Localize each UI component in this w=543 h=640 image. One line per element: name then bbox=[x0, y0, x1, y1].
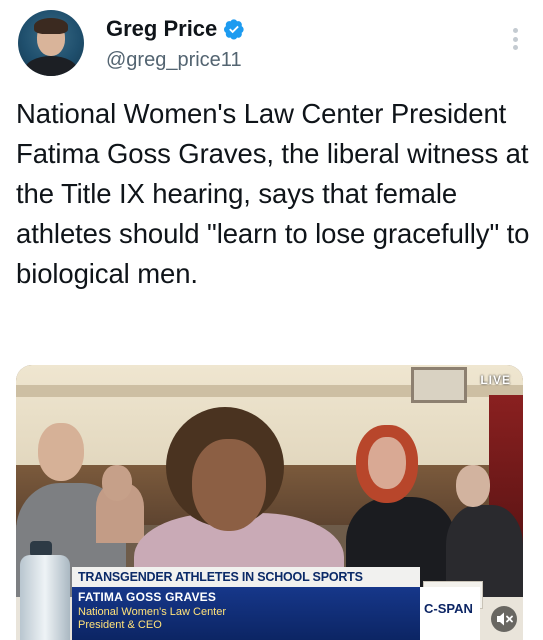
avatar[interactable] bbox=[18, 10, 84, 76]
chyron-main: FATIMA GOSS GRAVES National Women's Law … bbox=[72, 587, 420, 640]
speaker-muted-icon[interactable] bbox=[491, 606, 517, 632]
verified-badge-icon bbox=[224, 19, 244, 40]
chyron-topic: TRANSGENDER ATHLETES IN SCHOOL SPORTS bbox=[72, 567, 420, 587]
chyron-name: FATIMA GOSS GRAVES bbox=[78, 590, 217, 604]
tweet-header: Greg Price @greg_price11 bbox=[14, 6, 529, 84]
user-handle[interactable]: @greg_price11 bbox=[106, 49, 242, 72]
display-name[interactable]: Greg Price bbox=[106, 16, 217, 42]
news-chyron: TRANSGENDER ATHLETES IN SCHOOL SPORTS FA… bbox=[72, 567, 480, 640]
more-vertical-icon[interactable] bbox=[513, 28, 519, 50]
tweet-text: National Women's Law Center President Fa… bbox=[16, 98, 530, 289]
name-row: Greg Price bbox=[106, 16, 245, 42]
chyron-title: President & CEO bbox=[78, 619, 162, 631]
chyron-organization: National Women's Law Center bbox=[78, 606, 227, 618]
cspan-logo: C-SPAN bbox=[420, 587, 480, 640]
wall-frame bbox=[411, 367, 467, 403]
live-badge: LIVE bbox=[480, 373, 511, 387]
water-bottle bbox=[20, 555, 70, 640]
video-player[interactable]: LIVE TRANSGENDER ATHLETES IN SCHOOL SPOR… bbox=[16, 365, 523, 640]
